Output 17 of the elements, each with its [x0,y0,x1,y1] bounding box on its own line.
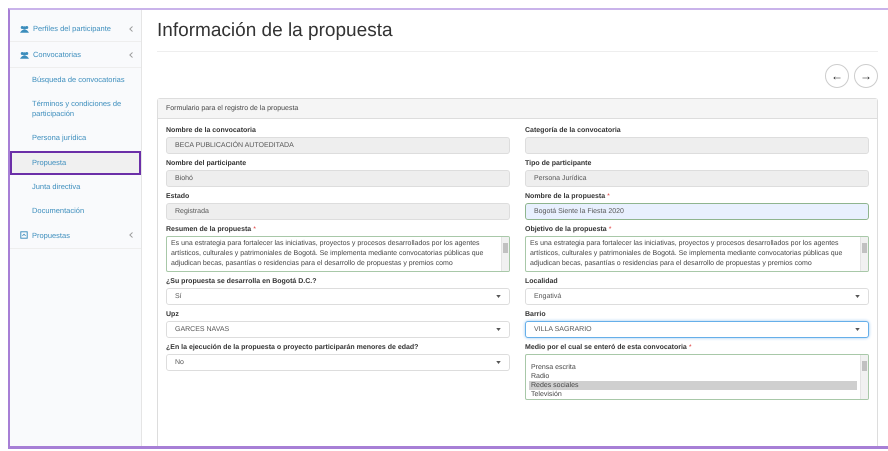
chevron-icon [129,52,133,58]
caret-icon [496,361,501,364]
caret-icon [496,328,501,331]
users-icon [20,50,29,58]
scrollbar[interactable] [501,237,509,271]
scrollbar[interactable] [860,237,868,271]
document-icon [20,231,28,240]
page-title: Información de la propuesta [157,18,878,52]
chevron-icon [129,232,133,238]
caret-icon [496,295,501,298]
forward-button[interactable]: → [854,64,878,88]
chevron-icon [129,26,133,32]
caret-icon [855,295,860,298]
back-button[interactable]: ← [825,64,849,88]
scrollbar[interactable] [860,355,868,399]
users-icon [20,24,29,32]
caret-icon [855,328,860,331]
